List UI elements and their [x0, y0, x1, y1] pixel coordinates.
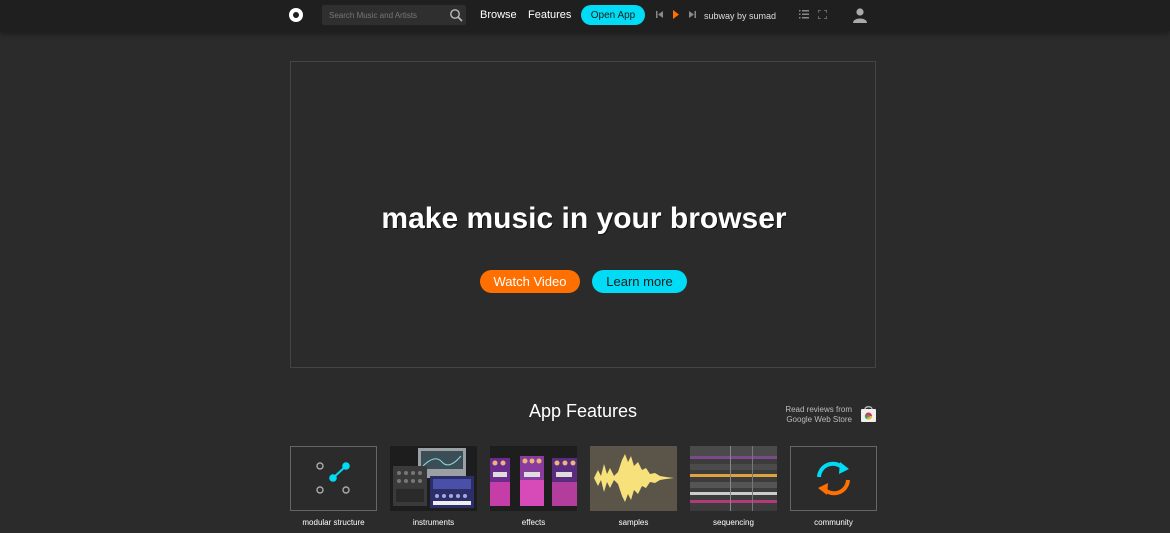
hero-panel: make music in your browser Watch Video L… — [290, 61, 876, 368]
audiotool-logo[interactable] — [289, 8, 303, 22]
reviews-line-1: Read reviews from — [785, 405, 852, 414]
watch-video-button[interactable]: Watch Video — [480, 270, 580, 293]
reviews-line-2: Google Web Store — [786, 415, 852, 424]
samples-waveform — [590, 446, 677, 511]
hero-title: make music in your browser — [381, 202, 787, 235]
feature-tile-sequencing[interactable] — [690, 446, 777, 511]
feature-label-instruments[interactable]: instruments — [390, 518, 477, 527]
now-playing-track[interactable]: subway by sumad — [704, 11, 776, 21]
next-track-icon[interactable] — [688, 10, 696, 19]
sequencing-thumbnail — [690, 446, 777, 511]
previous-track-icon[interactable] — [656, 10, 664, 19]
community-sync-icon — [817, 461, 850, 496]
feature-label-effects[interactable]: effects — [490, 518, 577, 527]
user-avatar-icon[interactable] — [853, 7, 867, 23]
search-icon[interactable] — [449, 8, 463, 22]
feature-label-community[interactable]: community — [790, 518, 877, 527]
nav-features[interactable]: Features — [528, 9, 571, 21]
feature-tile-samples[interactable] — [590, 446, 677, 511]
chrome-web-store-icon[interactable] — [861, 406, 876, 422]
feature-label-samples[interactable]: samples — [590, 518, 677, 527]
feature-label-modular[interactable]: modular structure — [290, 518, 377, 527]
open-app-button[interactable]: Open App — [581, 5, 645, 25]
reviews-link[interactable]: Read reviews from Google Web Store — [760, 405, 852, 425]
search-input[interactable] — [322, 5, 466, 25]
playlist-icon[interactable] — [799, 10, 809, 19]
feature-tile-modular[interactable] — [290, 446, 377, 511]
feature-label-sequencing[interactable]: sequencing — [690, 518, 777, 527]
effects-thumbnail — [490, 446, 577, 511]
top-bar: Browse Features Open App subway by sumad — [0, 0, 1170, 31]
instruments-thumbnail — [390, 446, 477, 511]
feature-tile-instruments[interactable] — [390, 446, 477, 511]
feature-tile-community[interactable] — [790, 446, 877, 511]
play-icon[interactable] — [672, 10, 680, 19]
feature-tile-effects[interactable] — [490, 446, 577, 511]
fullscreen-icon[interactable] — [818, 10, 827, 19]
nav-browse[interactable]: Browse — [480, 9, 517, 21]
modular-structure-icon — [316, 462, 350, 494]
learn-more-button[interactable]: Learn more — [592, 270, 687, 293]
